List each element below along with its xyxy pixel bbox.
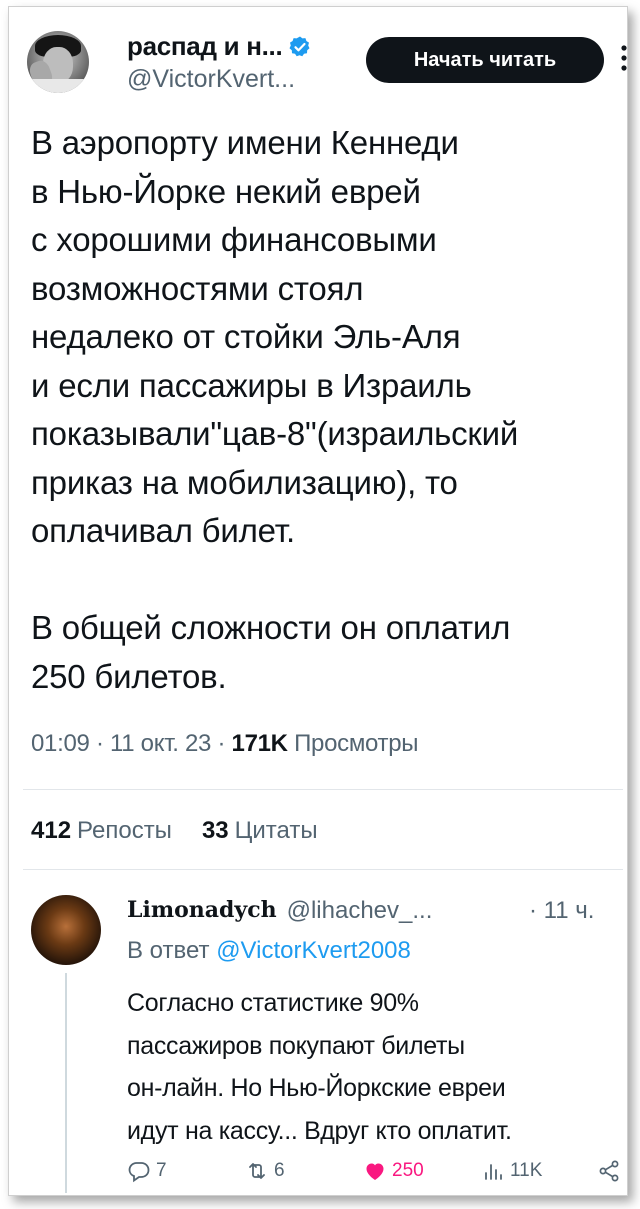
like-action[interactable]: 250 [363, 1159, 424, 1183]
thread-line [65, 973, 67, 1193]
reply-author-handle[interactable]: @lihachev_... [287, 897, 433, 925]
reply-text: Согласно статистике 90% пассажиров покуп… [127, 989, 512, 1145]
tweet-text: В аэропорту имени Кеннеди в Нью-Йорке не… [31, 124, 519, 695]
author-name-row: распад и н... [127, 31, 312, 62]
reply-to-line: В ответ @VictorKvert2008 [127, 937, 411, 964]
heart-icon [366, 1163, 384, 1180]
tweet-screenshot: распад и н... @VictorKvert... Начать чит… [8, 6, 628, 1196]
quotes-stat[interactable]: 33 Цитаты [202, 817, 318, 845]
views-action[interactable]: 11K [481, 1159, 542, 1183]
more-dots-icon[interactable] [621, 43, 627, 73]
reply-actions: 7 6 250 11K [127, 1159, 627, 1189]
author-avatar[interactable] [27, 31, 89, 93]
author-handle[interactable]: @VictorKvert... [127, 65, 295, 94]
reply-author-avatar[interactable] [31, 895, 101, 965]
divider [23, 789, 623, 790]
share-icon [599, 1160, 619, 1182]
reply-time[interactable]: · 11 ч. [529, 897, 594, 925]
reposts-stat[interactable]: 412 Репосты [31, 817, 172, 845]
tweet-stats: 412 Репосты 33 Цитаты [31, 817, 318, 845]
views-icon [485, 1164, 502, 1180]
reply-header: Limonadych @lihachev_... [127, 897, 432, 925]
reply-to-mention[interactable]: @VictorKvert2008 [216, 937, 411, 964]
share-action[interactable] [597, 1159, 621, 1183]
tweet-time[interactable]: 01:09 [31, 730, 90, 757]
retweet-action[interactable]: 6 [245, 1159, 285, 1183]
tweet-header: распад и н... @VictorKvert... Начать чит… [9, 7, 627, 103]
divider [23, 869, 623, 870]
tweet-views-count: 171K [231, 730, 288, 757]
verified-badge-icon [289, 36, 310, 56]
reply-action[interactable]: 7 [127, 1159, 167, 1183]
tweet-date[interactable]: 11 окт. 23 [110, 730, 211, 757]
reply-icon [128, 1162, 150, 1183]
follow-button[interactable]: Начать читать [366, 37, 604, 83]
tweet-meta: 01:09 · 11 окт. 23 · 171K Просмотры [31, 730, 419, 757]
tweet-views-label: Просмотры [294, 730, 419, 757]
retweet-icon [249, 1163, 265, 1179]
author-display-name[interactable]: распад и н... [127, 31, 283, 62]
reply-author-name[interactable]: Limonadych [127, 897, 277, 925]
